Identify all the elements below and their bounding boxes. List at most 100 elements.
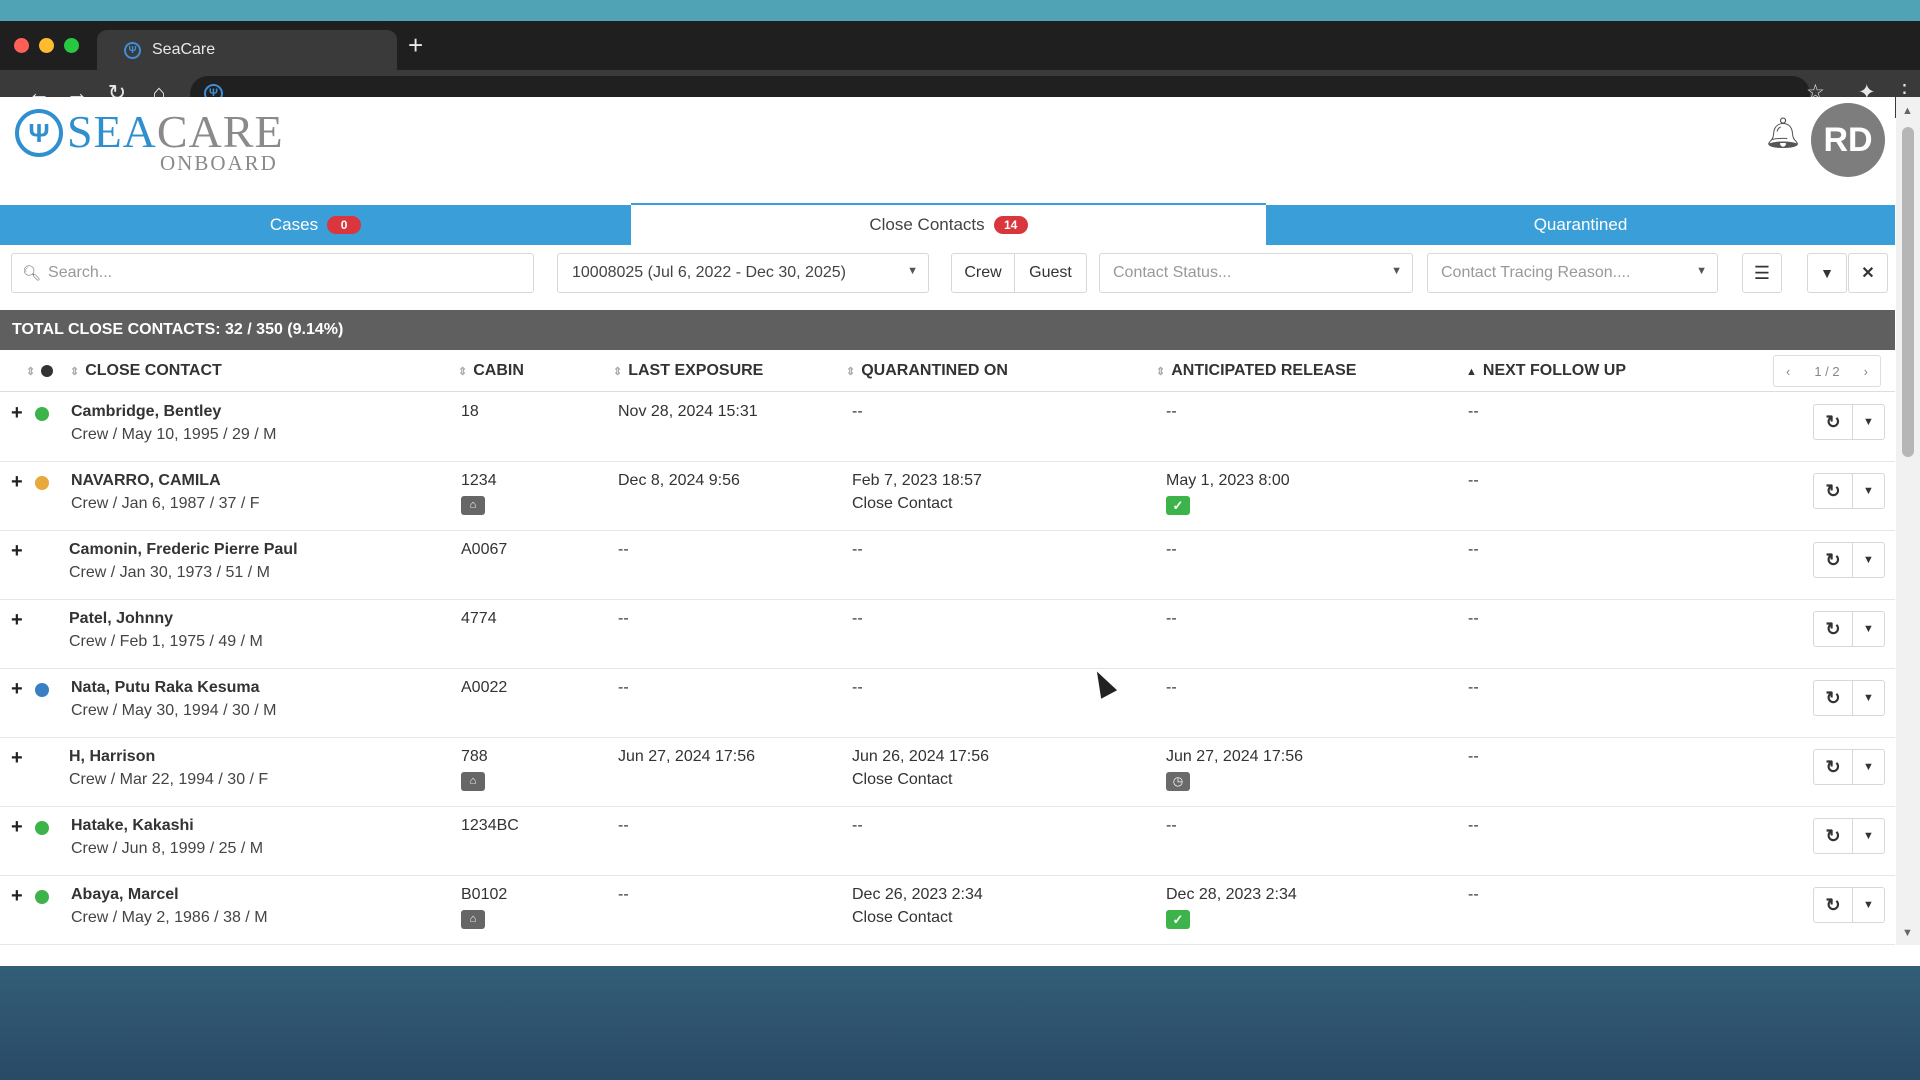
table-row[interactable]: + Abaya, Marcel Crew / May 2, 1986 / 38 / … [0, 876, 1895, 945]
cases-count-badge: 0 [327, 216, 362, 234]
chevron-down-icon[interactable]: ▼ [1853, 612, 1884, 646]
expand-row-icon[interactable]: + [11, 403, 23, 423]
seacare-logo[interactable]: Ψ SEACARE ONBOARD [15, 107, 283, 175]
last-exposure-cell: Nov 28, 2024 15:31 [618, 403, 758, 420]
chevron-down-icon[interactable]: ▼ [1853, 681, 1884, 715]
status-sort-header[interactable]: ⇕ [26, 350, 54, 392]
crew-filter-button[interactable]: Crew [951, 253, 1015, 293]
anticipated-release-column-header[interactable]: ⇕ ANTICIPATED RELEASE [1156, 350, 1356, 392]
expand-row-icon[interactable]: + [11, 886, 23, 906]
pager-prev-button[interactable]: ‹ [1786, 364, 1790, 379]
browser-tab[interactable]: Ψ SeaCare [97, 30, 397, 70]
status-dot-icon [35, 890, 49, 904]
new-tab-button[interactable]: + [408, 32, 423, 58]
contact-name[interactable]: Abaya, Marcel [71, 886, 268, 904]
table-row[interactable]: + Patel, Johnny Crew / Feb 1, 1975 / 49 / … [0, 600, 1895, 669]
contact-name[interactable]: Patel, Johnny [69, 610, 263, 628]
cabin-column-header[interactable]: ⇕ CABIN [458, 350, 524, 392]
refresh-icon[interactable]: ↻ [1814, 681, 1853, 715]
expand-row-icon[interactable]: + [11, 748, 23, 768]
filter-button[interactable]: ▼ [1807, 253, 1847, 293]
last-exposure-column-header[interactable]: ⇕ LAST EXPOSURE [613, 350, 763, 392]
anticipated-release-date: -- [1166, 610, 1177, 627]
scroll-down-arrow-icon[interactable]: ▼ [1902, 927, 1913, 939]
close-contact-cell: Abaya, Marcel Crew / May 2, 1986 / 38 / M [71, 886, 268, 927]
quarantined-on-column-header[interactable]: ⇕ QUARANTINED ON [846, 350, 1008, 392]
refresh-icon[interactable]: ↻ [1814, 888, 1853, 922]
next-follow-up-cell: -- [1468, 541, 1479, 558]
chevron-down-icon[interactable]: ▼ [1853, 474, 1884, 508]
contact-name[interactable]: H, Harrison [69, 748, 268, 766]
contact-name[interactable]: Hatake, Kakashi [71, 817, 263, 835]
voyage-select[interactable]: 10008025 (Jul 6, 2022 - Dec 30, 2025) ▼ [557, 253, 929, 293]
contact-details: Crew / Mar 22, 1994 / 30 / F [69, 771, 269, 788]
table-row[interactable]: + NAVARRO, CAMILA Crew / Jan 6, 1987 / 37 … [0, 462, 1895, 531]
table-row[interactable]: + Nata, Putu Raka Kesuma Crew / May 30, 19… [0, 669, 1895, 738]
refresh-icon[interactable]: ↻ [1814, 474, 1853, 508]
clear-filters-button[interactable]: ✕ [1848, 253, 1888, 293]
last-exposure-cell: -- [618, 541, 629, 558]
refresh-icon[interactable]: ↻ [1814, 750, 1853, 784]
user-avatar[interactable]: RD [1811, 103, 1885, 177]
guest-filter-button[interactable]: Guest [1014, 253, 1087, 293]
tab-quarantined[interactable]: Quarantined [1266, 205, 1895, 245]
tab-cases[interactable]: Cases 0 [0, 205, 631, 245]
expand-row-icon[interactable]: + [11, 679, 23, 699]
app-page: Ψ SEACARE ONBOARD 🔔︎ RD Cases 0 Close Co… [0, 97, 1895, 945]
close-window-button[interactable] [14, 38, 29, 53]
close-contact-column-header[interactable]: ⇕ CLOSE CONTACT [70, 350, 222, 392]
expand-row-icon[interactable]: + [11, 610, 23, 630]
contact-name[interactable]: Camonin, Frederic Pierre Paul [69, 541, 298, 559]
expand-row-icon[interactable]: + [11, 472, 23, 492]
minimize-window-button[interactable] [39, 38, 54, 53]
chevron-down-icon[interactable]: ▼ [1853, 750, 1884, 784]
maximize-window-button[interactable] [64, 38, 79, 53]
pager-next-button[interactable]: › [1864, 364, 1868, 379]
search-input[interactable] [46, 263, 533, 283]
quarantined-on-cell: -- [852, 679, 863, 697]
refresh-icon[interactable]: ↻ [1814, 543, 1853, 577]
filter-funnel-icon: ▼ [1820, 265, 1834, 281]
anticipated-release-cell: Jun 27, 2024 17:56 ◷ [1166, 748, 1303, 791]
scrollbar-thumb[interactable] [1902, 127, 1914, 457]
sort-icon: ⇕ [1156, 366, 1166, 378]
refresh-icon[interactable]: ↻ [1814, 612, 1853, 646]
quarantined-on-cell: -- [852, 817, 863, 835]
contact-name[interactable]: Nata, Putu Raka Kesuma [71, 679, 276, 697]
contact-tracing-reason-select[interactable]: Contact Tracing Reason.... ▼ [1427, 253, 1718, 293]
contact-name[interactable]: Cambridge, Bentley [71, 403, 276, 421]
status-dot-icon [35, 821, 49, 835]
quarantined-on-date: -- [852, 541, 863, 558]
cabin-number: A0022 [461, 679, 508, 696]
contact-status-select[interactable]: Contact Status... ▼ [1099, 253, 1413, 293]
next-follow-up-cell: -- [1468, 610, 1479, 627]
section-tabs: Cases 0 Close Contacts 14 Quarantined [0, 203, 1895, 245]
sort-icon: ⇕ [613, 366, 623, 378]
cabin-cell: 1234BC [461, 817, 519, 835]
expand-row-icon[interactable]: + [11, 541, 23, 561]
next-follow-up-column-header[interactable]: ▲ NEXT FOLLOW UP [1466, 350, 1626, 392]
cabin-cell: 1234 ⌂ [461, 472, 497, 515]
refresh-icon[interactable]: ↻ [1814, 819, 1853, 853]
close-contact-cell: Nata, Putu Raka Kesuma Crew / May 30, 199… [71, 679, 276, 720]
table-row[interactable]: + Hatake, Kakashi Crew / Jun 8, 1999 / 25 … [0, 807, 1895, 876]
refresh-icon[interactable]: ↻ [1814, 405, 1853, 439]
table-row[interactable]: + Cambridge, Bentley Crew / May 10, 1995 /… [0, 393, 1895, 462]
scroll-up-arrow-icon[interactable]: ▲ [1902, 105, 1913, 117]
home-icon: ⌂ [461, 496, 485, 515]
table-row[interactable]: + Camonin, Frederic Pierre Paul Crew / Jan… [0, 531, 1895, 600]
row-actions: ↻ ▼ [1813, 404, 1885, 440]
anticipated-release-date: -- [1166, 817, 1177, 834]
contact-name[interactable]: NAVARRO, CAMILA [71, 472, 260, 490]
chevron-down-icon[interactable]: ▼ [1853, 543, 1884, 577]
tab-close-contacts[interactable]: Close Contacts 14 [631, 203, 1266, 245]
chevron-down-icon[interactable]: ▼ [1853, 888, 1884, 922]
bell-icon[interactable]: 🔔︎ [1764, 119, 1802, 149]
page-scrollbar[interactable]: ▲ ▼ [1896, 97, 1920, 945]
chevron-down-icon[interactable]: ▼ [1853, 405, 1884, 439]
chevron-down-icon[interactable]: ▼ [1853, 819, 1884, 853]
table-row[interactable]: + H, Harrison Crew / Mar 22, 1994 / 30 / F… [0, 738, 1895, 807]
search-box[interactable]: 🔍︎ [11, 253, 534, 293]
expand-row-icon[interactable]: + [11, 817, 23, 837]
column-settings-button[interactable]: ☰ [1742, 253, 1782, 293]
